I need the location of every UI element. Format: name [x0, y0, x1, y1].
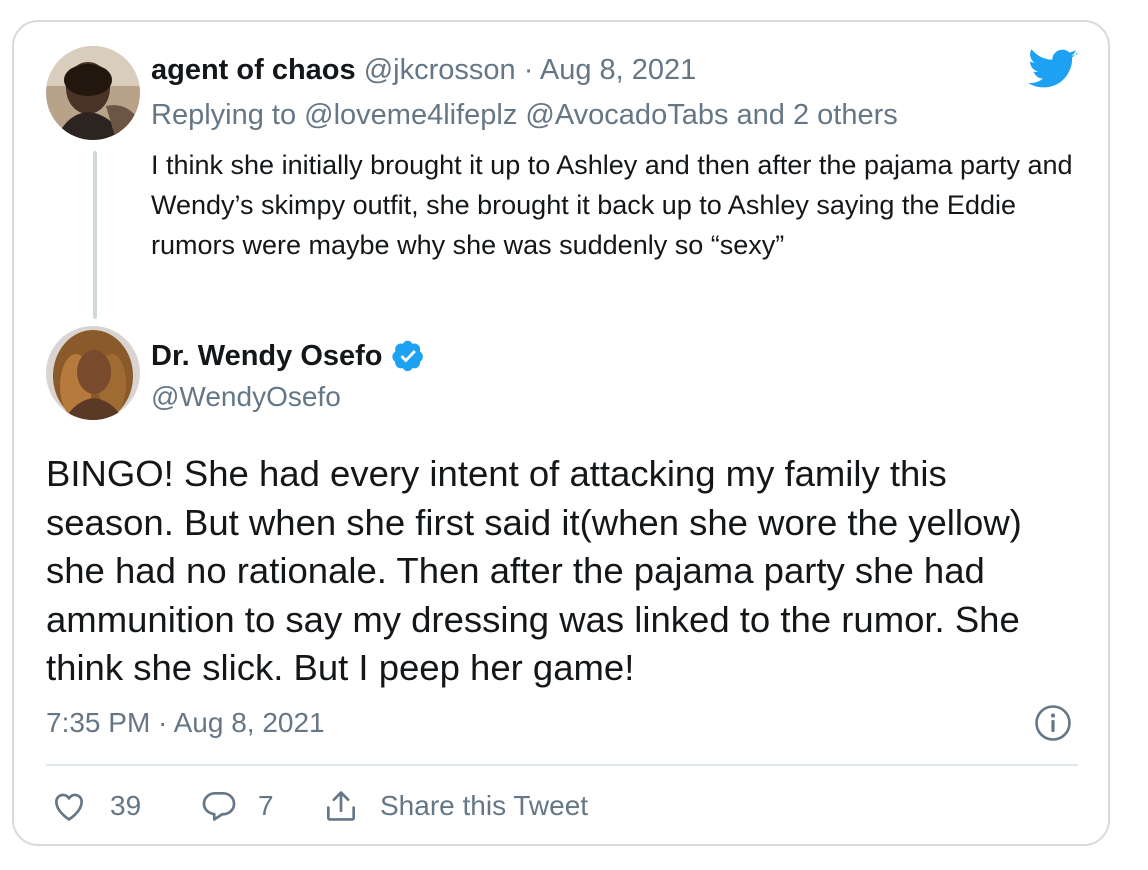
- reply-count: 7: [258, 790, 274, 821]
- like-button[interactable]: 39: [50, 787, 141, 825]
- reply-button[interactable]: 7: [200, 787, 274, 825]
- reply-author-handle[interactable]: @jkcrosson: [364, 54, 516, 86]
- tweet-timestamp[interactable]: 7:35 PM · Aug 8, 2021: [46, 707, 325, 739]
- reply-bubble-icon: [202, 791, 236, 821]
- main-author-name-row: Dr. Wendy Osefo: [151, 339, 425, 373]
- info-icon[interactable]: [1034, 704, 1072, 742]
- divider: [46, 764, 1078, 766]
- twitter-bird-icon[interactable]: [1028, 49, 1078, 91]
- thread-connector-line: [93, 151, 97, 319]
- like-count: 39: [110, 790, 142, 821]
- share-icon: [326, 791, 356, 821]
- reply-tweet-text: I think she initially brought it up to A…: [151, 150, 1073, 260]
- reply-date[interactable]: Aug 8, 2021: [540, 54, 696, 86]
- replying-prefix: Replying to: [151, 99, 297, 131]
- share-label: Share this Tweet: [380, 790, 589, 821]
- others-link[interactable]: and 2 others: [737, 99, 898, 131]
- heart-icon: [54, 793, 84, 821]
- verified-badge-icon: [391, 340, 423, 372]
- mention-link[interactable]: @AvocadoTabs: [525, 99, 728, 131]
- mention-link[interactable]: @loveme4lifeplz: [304, 99, 517, 131]
- reply-author-name[interactable]: agent of chaos: [151, 54, 356, 86]
- main-author-avatar[interactable]: [46, 326, 140, 420]
- separator-dot: ·: [523, 54, 534, 86]
- main-author-handle[interactable]: @WendyOsefo: [151, 381, 341, 413]
- main-author-name[interactable]: Dr. Wendy Osefo: [151, 340, 383, 373]
- main-tweet-text: BINGO! She had every intent of attacking…: [46, 453, 1022, 688]
- reply-tweet-header: agent of chaos @jkcrosson · Aug 8, 2021: [151, 54, 696, 87]
- reply-author-avatar[interactable]: [46, 46, 140, 140]
- replying-to-line: Replying to @loveme4lifeplz @AvocadoTabs…: [151, 99, 898, 132]
- share-button[interactable]: Share this Tweet: [322, 787, 588, 825]
